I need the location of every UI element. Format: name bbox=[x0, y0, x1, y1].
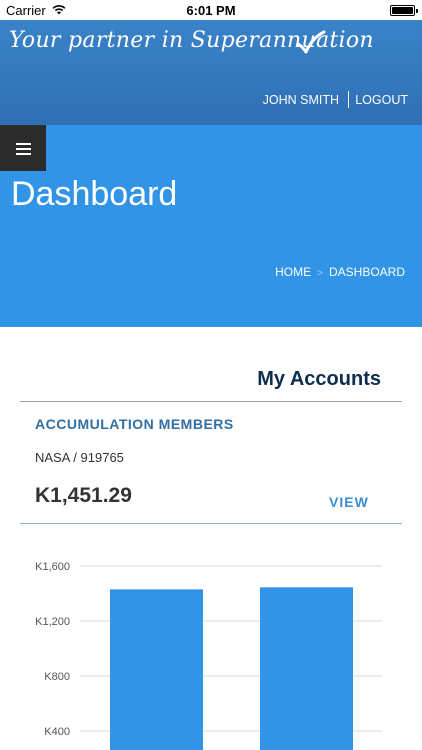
battery-icon bbox=[390, 5, 418, 16]
page-title: Dashboard bbox=[11, 175, 178, 213]
breadcrumb-home-link[interactable]: HOME bbox=[275, 265, 311, 279]
chart-bar[interactable] bbox=[260, 587, 353, 750]
chart-bar[interactable] bbox=[110, 589, 203, 750]
menu-button[interactable] bbox=[0, 125, 46, 171]
y-tick-label: K800 bbox=[44, 671, 70, 683]
user-name-link[interactable]: JOHN SMITH bbox=[263, 93, 339, 107]
logout-link[interactable]: LOGOUT bbox=[355, 93, 408, 107]
breadcrumb-current: DASHBOARD bbox=[328, 265, 405, 279]
balance-chart: K1,600 K1,200 K800 K400 bbox=[35, 561, 382, 750]
member-type-heading: ACCUMULATION MEMBERS bbox=[35, 416, 234, 432]
y-tick-label: K400 bbox=[44, 726, 70, 738]
breadcrumb-separator: > bbox=[317, 268, 323, 279]
my-accounts-heading: My Accounts bbox=[257, 368, 381, 390]
status-bar: Carrier 6:01 PM bbox=[0, 0, 422, 20]
account-divider bbox=[20, 523, 402, 524]
section-divider bbox=[20, 401, 402, 402]
hamburger-menu-icon bbox=[16, 143, 31, 158]
clock-time: 6:01 PM bbox=[186, 3, 236, 18]
title-banner: Dashboard HOME > DASHBOARD bbox=[0, 125, 422, 327]
account-balance: K1,451.29 bbox=[35, 484, 132, 507]
account-number: NASA / 919765 bbox=[35, 450, 124, 465]
y-tick-label: K1,600 bbox=[35, 561, 70, 573]
view-account-link[interactable]: VIEW bbox=[329, 494, 369, 510]
breadcrumb: HOME > DASHBOARD bbox=[275, 265, 405, 279]
y-tick-label: K1,200 bbox=[35, 616, 70, 628]
nav-divider bbox=[348, 91, 349, 108]
top-header: Your partner in Superannuation JOHN SMIT… bbox=[0, 20, 422, 125]
checkmark-icon bbox=[296, 30, 326, 54]
